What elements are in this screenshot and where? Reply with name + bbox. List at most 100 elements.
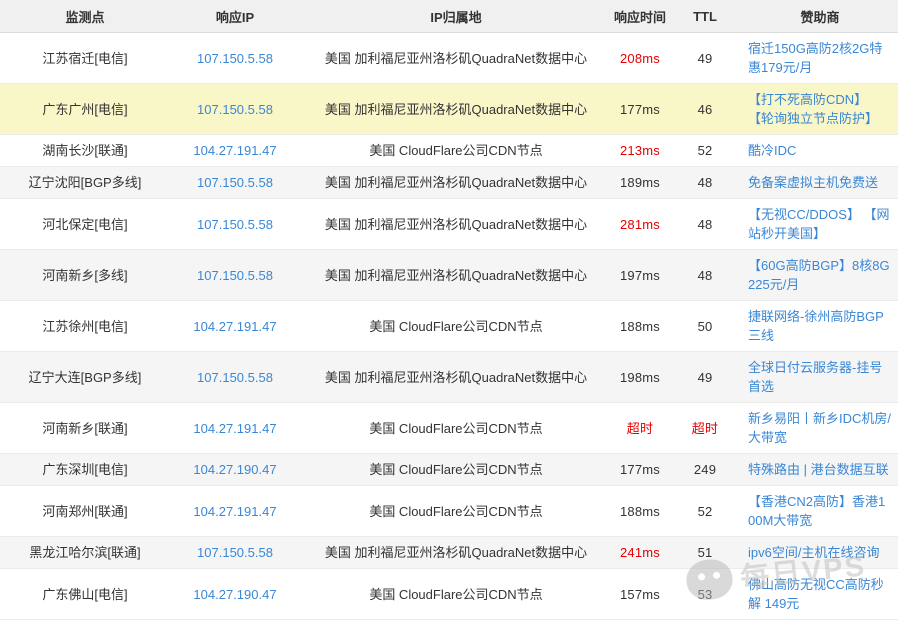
ip-link[interactable]: 104.27.191.47 — [193, 421, 276, 436]
sponsor-cell: 免备案虚拟主机免费送 — [742, 167, 898, 199]
monitor-point: 江苏徐州[电信] — [0, 301, 170, 352]
table-header-row: 监测点 响应IP IP归属地 响应时间 TTL 赞助商 — [0, 0, 898, 33]
ip-link[interactable]: 107.150.5.58 — [197, 545, 273, 560]
ip-location: 美国 CloudFlare公司CDN节点 — [300, 135, 612, 167]
ttl-value: 52 — [668, 135, 742, 167]
ip-location: 美国 加利福尼亚州洛杉矶QuadraNet数据中心 — [300, 33, 612, 84]
ip-cell: 104.27.191.47 — [170, 301, 300, 352]
ip-location: 美国 CloudFlare公司CDN节点 — [300, 486, 612, 537]
sponsor-cell: 【打不死高防CDN】 【轮询独立节点防护】 — [742, 84, 898, 135]
response-time: 188ms — [612, 486, 668, 537]
ip-link[interactable]: 107.150.5.58 — [197, 370, 273, 385]
table-row: 辽宁沈阳[BGP多线] 107.150.5.58 美国 加利福尼亚州洛杉矶Qua… — [0, 167, 898, 199]
ttl-value: 48 — [668, 167, 742, 199]
sponsor-cell: 特殊路由 | 港台数据互联 — [742, 454, 898, 486]
ttl-value: 53 — [668, 569, 742, 620]
sponsor-link[interactable]: 宿迁150G高防2核2G特惠179元/月 — [748, 41, 882, 75]
table-row: 江苏宿迁[电信] 107.150.5.58 美国 加利福尼亚州洛杉矶Quadra… — [0, 33, 898, 84]
response-time: 157ms — [612, 569, 668, 620]
ttl-value: 49 — [668, 33, 742, 84]
monitor-point: 广东广州[电信] — [0, 84, 170, 135]
sponsor-cell: 新乡易阳丨新乡IDC机房/大带宽 — [742, 403, 898, 454]
sponsor-link[interactable]: 【打不死高防CDN】 【轮询独立节点防护】 — [748, 92, 878, 126]
sponsor-link[interactable]: 佛山高防无视CC高防秒解 149元 — [748, 577, 884, 611]
ip-link[interactable]: 104.27.190.47 — [193, 462, 276, 477]
ttl-value: 52 — [668, 486, 742, 537]
sponsor-link[interactable]: 酷冷IDC — [748, 143, 796, 158]
response-time: 281ms — [612, 199, 668, 250]
ttl-value: 249 — [668, 454, 742, 486]
monitor-point: 辽宁沈阳[BGP多线] — [0, 167, 170, 199]
monitor-point: 河南新乡[联通] — [0, 403, 170, 454]
table-row: 黑龙江哈尔滨[联通] 107.150.5.58 美国 加利福尼亚州洛杉矶Quad… — [0, 537, 898, 569]
response-time: 177ms — [612, 454, 668, 486]
ttl-value: 48 — [668, 199, 742, 250]
ip-link[interactable]: 104.27.190.47 — [193, 587, 276, 602]
ip-link[interactable]: 107.150.5.58 — [197, 268, 273, 283]
ping-result-table: 监测点 响应IP IP归属地 响应时间 TTL 赞助商 江苏宿迁[电信] 107… — [0, 0, 898, 620]
ip-link[interactable]: 107.150.5.58 — [197, 51, 273, 66]
ip-cell: 104.27.191.47 — [170, 403, 300, 454]
ttl-value: 48 — [668, 250, 742, 301]
table-row: 河南新乡[联通] 104.27.191.47 美国 CloudFlare公司CD… — [0, 403, 898, 454]
response-time: 241ms — [612, 537, 668, 569]
ip-location: 美国 CloudFlare公司CDN节点 — [300, 569, 612, 620]
sponsor-link[interactable]: 【无视CC/DDOS】 【网站秒开美国】 — [748, 207, 890, 241]
ip-cell: 107.150.5.58 — [170, 352, 300, 403]
col-header-time: 响应时间 — [612, 0, 668, 33]
ip-location: 美国 加利福尼亚州洛杉矶QuadraNet数据中心 — [300, 537, 612, 569]
sponsor-link[interactable]: 特殊路由 | 港台数据互联 — [748, 462, 889, 477]
response-time: 213ms — [612, 135, 668, 167]
ip-location: 美国 加利福尼亚州洛杉矶QuadraNet数据中心 — [300, 84, 612, 135]
response-time: 198ms — [612, 352, 668, 403]
ip-cell: 104.27.191.47 — [170, 135, 300, 167]
ttl-value: 超时 — [668, 403, 742, 454]
table-row: 河南新乡[多线] 107.150.5.58 美国 加利福尼亚州洛杉矶Quadra… — [0, 250, 898, 301]
sponsor-cell: 【香港CN2高防】香港100M大带宽 — [742, 486, 898, 537]
sponsor-cell: 佛山高防无视CC高防秒解 149元 — [742, 569, 898, 620]
ip-cell: 107.150.5.58 — [170, 84, 300, 135]
sponsor-cell: 全球日付云服务器-挂号首选 — [742, 352, 898, 403]
ip-cell: 107.150.5.58 — [170, 33, 300, 84]
sponsor-link[interactable]: 捷联网络-徐州高防BGP三线 — [748, 309, 884, 343]
ip-cell: 104.27.191.47 — [170, 486, 300, 537]
ip-link[interactable]: 107.150.5.58 — [197, 217, 273, 232]
sponsor-link[interactable]: 免备案虚拟主机免费送 — [748, 175, 878, 190]
ip-cell: 104.27.190.47 — [170, 569, 300, 620]
ttl-value: 50 — [668, 301, 742, 352]
table-row: 河北保定[电信] 107.150.5.58 美国 加利福尼亚州洛杉矶Quadra… — [0, 199, 898, 250]
ip-link[interactable]: 104.27.191.47 — [193, 143, 276, 158]
monitor-point: 河北保定[电信] — [0, 199, 170, 250]
col-header-sponsor: 赞助商 — [742, 0, 898, 33]
ttl-value: 46 — [668, 84, 742, 135]
ip-link[interactable]: 107.150.5.58 — [197, 175, 273, 190]
sponsor-link[interactable]: ipv6空间/主机在线咨询 — [748, 545, 879, 560]
response-time: 197ms — [612, 250, 668, 301]
table-row: 江苏徐州[电信] 104.27.191.47 美国 CloudFlare公司CD… — [0, 301, 898, 352]
ip-location: 美国 CloudFlare公司CDN节点 — [300, 454, 612, 486]
sponsor-link[interactable]: 【香港CN2高防】香港100M大带宽 — [748, 494, 885, 528]
ip-location: 美国 加利福尼亚州洛杉矶QuadraNet数据中心 — [300, 167, 612, 199]
ip-location: 美国 加利福尼亚州洛杉矶QuadraNet数据中心 — [300, 199, 612, 250]
ip-link[interactable]: 104.27.191.47 — [193, 319, 276, 334]
monitor-point: 黑龙江哈尔滨[联通] — [0, 537, 170, 569]
ttl-value: 49 — [668, 352, 742, 403]
monitor-point: 河南郑州[联通] — [0, 486, 170, 537]
sponsor-link[interactable]: 新乡易阳丨新乡IDC机房/大带宽 — [748, 411, 891, 445]
table-row: 广东佛山[电信] 104.27.190.47 美国 CloudFlare公司CD… — [0, 569, 898, 620]
sponsor-link[interactable]: 全球日付云服务器-挂号首选 — [748, 360, 882, 394]
sponsor-link[interactable]: 【60G高防BGP】8核8G 225元/月 — [748, 258, 890, 292]
table-row: 广东深圳[电信] 104.27.190.47 美国 CloudFlare公司CD… — [0, 454, 898, 486]
col-header-location: IP归属地 — [300, 0, 612, 33]
table-row: 河南郑州[联通] 104.27.191.47 美国 CloudFlare公司CD… — [0, 486, 898, 537]
ip-link[interactable]: 104.27.191.47 — [193, 504, 276, 519]
col-header-ip: 响应IP — [170, 0, 300, 33]
ip-cell: 104.27.190.47 — [170, 454, 300, 486]
table-row: 辽宁大连[BGP多线] 107.150.5.58 美国 加利福尼亚州洛杉矶Qua… — [0, 352, 898, 403]
sponsor-cell: 宿迁150G高防2核2G特惠179元/月 — [742, 33, 898, 84]
ip-link[interactable]: 107.150.5.58 — [197, 102, 273, 117]
sponsor-cell: 捷联网络-徐州高防BGP三线 — [742, 301, 898, 352]
monitor-point: 辽宁大连[BGP多线] — [0, 352, 170, 403]
sponsor-cell: 酷冷IDC — [742, 135, 898, 167]
col-header-ttl: TTL — [668, 0, 742, 33]
